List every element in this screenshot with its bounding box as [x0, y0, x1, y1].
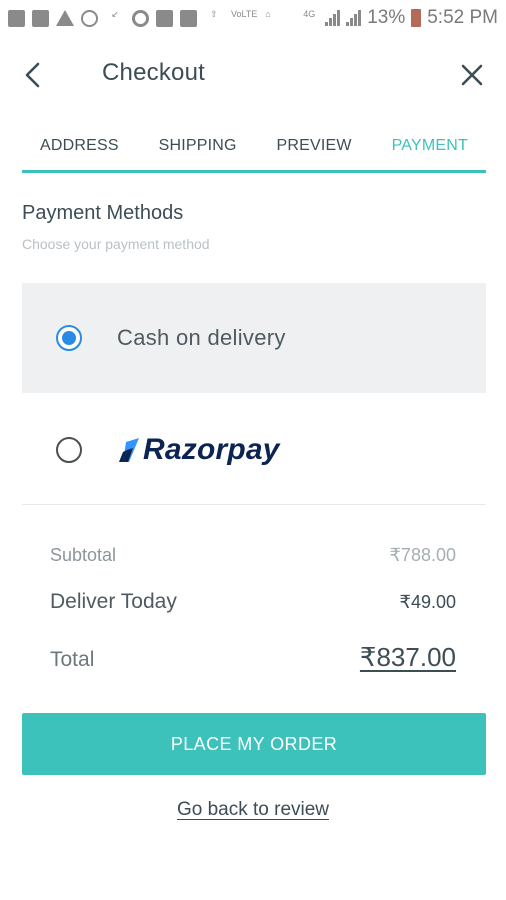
- volte-icon: VoLTE: [231, 8, 258, 19]
- payment-methods-title: Payment Methods: [22, 202, 184, 224]
- payment-methods-subtitle: Choose your payment method: [22, 236, 210, 252]
- google-icon: [132, 9, 149, 27]
- mail-icon: [32, 9, 49, 27]
- header: Checkout: [0, 48, 506, 102]
- delivery-label: Deliver Today: [50, 590, 177, 613]
- summary-row-subtotal: Subtotal ₹788.00: [50, 545, 456, 566]
- tab-address[interactable]: ADDRESS: [22, 137, 137, 155]
- back-to-review-link[interactable]: Go back to review: [0, 799, 506, 821]
- clock: 5:52 PM: [427, 7, 498, 28]
- subtotal-label: Subtotal: [50, 545, 117, 565]
- tab-shipping[interactable]: SHIPPING: [141, 137, 255, 155]
- tab-preview[interactable]: PREVIEW: [259, 137, 370, 155]
- signal-icon: [325, 10, 341, 26]
- upload-icon: ⇧: [210, 8, 218, 19]
- close-button[interactable]: [456, 59, 488, 91]
- page-title: Checkout: [102, 59, 205, 86]
- razorpay-logo-text: Razorpay: [143, 433, 280, 466]
- razorpay-logo-icon: [119, 438, 139, 462]
- radio-button-selected[interactable]: [56, 325, 82, 351]
- status-bar: ↙ ⇧ VoLTE ⌂ 4G 13% 5:52 PM: [0, 0, 506, 36]
- payment-option-cash-on-delivery[interactable]: Cash on delivery: [22, 283, 486, 393]
- summary-row-delivery: Deliver Today ₹49.00: [50, 590, 456, 614]
- back-button[interactable]: [18, 60, 48, 90]
- place-order-button[interactable]: PLACE MY ORDER: [22, 713, 486, 775]
- whatsapp-icon: [81, 9, 98, 27]
- warning-icon: [56, 10, 74, 26]
- payment-option-razorpay[interactable]: Razorpay: [22, 395, 486, 505]
- status-icons-right: 4G 13% 5:52 PM: [299, 7, 498, 29]
- battery-icon: [411, 9, 422, 27]
- delivery-value: ₹49.00: [399, 592, 457, 612]
- close-icon: [461, 64, 483, 86]
- chevron-left-icon: [25, 62, 40, 88]
- total-label: Total: [50, 648, 95, 671]
- home-icon: ⌂: [265, 8, 271, 19]
- 4g-icon: 4G: [303, 8, 316, 19]
- radio-button-unselected[interactable]: [56, 437, 82, 463]
- summary-row-total: Total ₹837.00: [50, 642, 456, 673]
- total-value: ₹837.00: [359, 642, 456, 672]
- battery-percent: 13%: [367, 7, 406, 28]
- razorpay-logo: Razorpay: [117, 431, 280, 469]
- image-icon: [156, 9, 173, 27]
- subtotal-value: ₹788.00: [389, 545, 456, 565]
- status-icons-left: ↙ ⇧ VoLTE ⌂: [8, 8, 278, 27]
- notification-icon: [8, 9, 25, 27]
- email-icon: [180, 9, 197, 27]
- missed-call-icon: ↙: [111, 8, 119, 19]
- tab-payment[interactable]: PAYMENT: [374, 137, 486, 155]
- signal-icon: [346, 10, 362, 26]
- checkout-tabs: ADDRESS SHIPPING PREVIEW PAYMENT: [22, 118, 486, 174]
- option-label-cod: Cash on delivery: [117, 325, 286, 350]
- tab-underline: [22, 170, 486, 173]
